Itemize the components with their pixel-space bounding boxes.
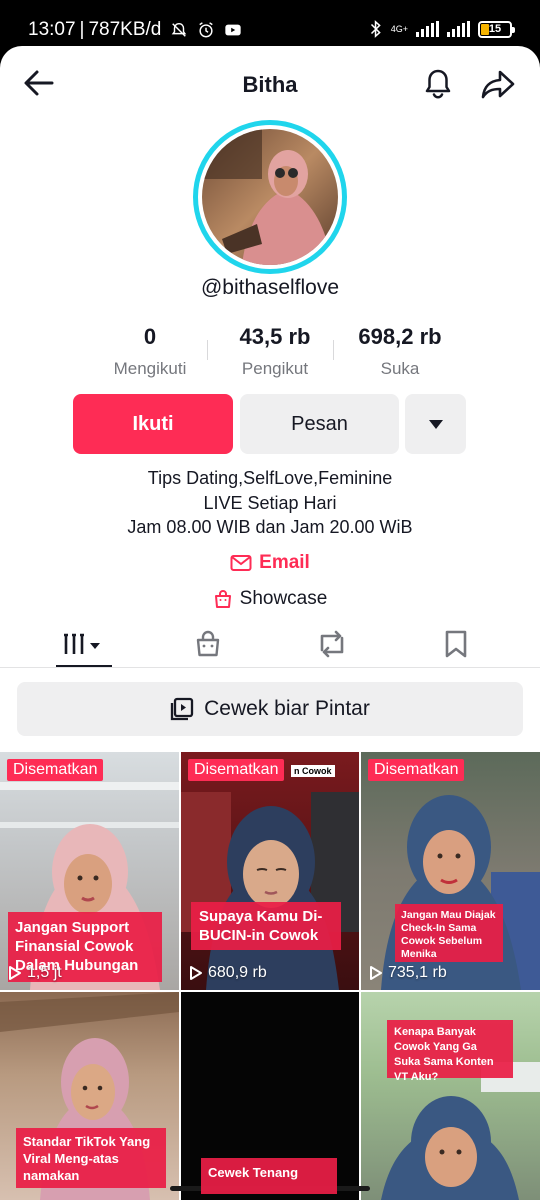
bluetooth-icon <box>370 20 381 38</box>
video-thumbnail[interactable]: Disematkan Jangan Support Finansial Cowo… <box>0 752 179 990</box>
bell-icon[interactable] <box>420 66 456 102</box>
play-icon <box>9 966 21 980</box>
playlist-button[interactable]: Cewek biar Pintar <box>17 682 523 736</box>
username: @bithaselflove <box>200 276 340 299</box>
video-caption: Jangan Mau Diajak Check-In Sama Cowok Se… <box>395 904 503 962</box>
caret-down-icon <box>428 420 443 429</box>
bookmark-icon <box>445 630 467 658</box>
bio-line: Tips Dating,SelfLove,Feminine <box>147 468 393 488</box>
active-tab-indicator <box>56 665 112 667</box>
view-count-value: 735,1 rb <box>388 964 447 981</box>
video-caption: Standar TikTok Yang Viral Meng-atas nama… <box>16 1128 166 1188</box>
view-count-value: 1,5 jt <box>27 964 62 981</box>
pinned-badge: Disematkan <box>188 759 285 781</box>
status-left: 13:07 | 787KB/d <box>28 19 242 41</box>
video-caption: Supaya Kamu Di-BUCIN-in Cowok <box>191 902 341 950</box>
stat-value: 43,5 rb <box>239 324 311 349</box>
bio-line: Jam 08.00 WIB dan Jam 20.00 WiB <box>127 517 413 537</box>
pinned-badge: Disematkan <box>7 759 104 781</box>
bio: Tips Dating,SelfLove,Feminine LIVE Setia… <box>0 466 540 540</box>
video-thumbnail[interactable]: Disematkan Jangan Mau Diajak Check-In Sa… <box>361 752 540 990</box>
network-speed: 787KB/d <box>88 19 162 40</box>
pinned-badge: Disematkan <box>368 759 465 781</box>
battery-icon: 15 <box>478 20 515 38</box>
network-type: 4G+ <box>390 23 408 34</box>
video-thumbnail[interactable]: Standar TikTok Yang Viral Meng-atas nama… <box>0 992 179 1200</box>
top-bar: Bitha <box>0 46 540 122</box>
playlist-label: Cewek biar Pintar <box>204 697 370 720</box>
tab-reposts[interactable] <box>304 620 360 668</box>
profile-stats: 0 Mengikuti 43,5 rb Pengikut 698,2 rb Su… <box>95 324 455 384</box>
share-arrow-icon[interactable] <box>480 68 516 100</box>
tab-videos[interactable] <box>56 620 112 668</box>
video-thumbnail[interactable]: Kenapa Banyak Cowok Yang Ga Suka Sama Ko… <box>361 992 540 1200</box>
mute-bell-icon <box>172 22 187 37</box>
status-right: 4G+ 15 <box>369 20 515 38</box>
action-buttons: Ikuti Pesan <box>73 394 466 454</box>
message-button[interactable]: Pesan <box>240 394 399 454</box>
battery-level: 15 <box>488 23 502 35</box>
stat-label: Suka <box>380 359 420 378</box>
signal-icon <box>416 21 439 37</box>
play-icon <box>190 966 202 980</box>
stat-divider <box>333 340 334 360</box>
profile-tabs <box>0 620 540 668</box>
page-title: Bitha <box>242 72 298 97</box>
follow-button[interactable]: Ikuti <box>73 394 233 454</box>
thumbnail-image <box>181 792 359 990</box>
videos-grid-icon <box>64 633 100 654</box>
avatar-image <box>202 129 338 265</box>
tab-shop[interactable] <box>180 620 236 668</box>
stat-following[interactable]: 0 Mengikuti <box>95 324 205 384</box>
video-thumbnail[interactable]: Cewek Tenang <box>181 992 359 1200</box>
signal-icon-2 <box>447 21 470 37</box>
stat-label: Mengikuti <box>113 359 187 378</box>
status-time: 13:07 <box>28 19 76 40</box>
suggested-accounts-button[interactable] <box>405 394 466 454</box>
stat-followers[interactable]: 43,5 rb Pengikut <box>220 324 330 384</box>
stat-value: 0 <box>143 324 157 349</box>
playlist-icon <box>170 697 194 721</box>
showcase-link[interactable]: Showcase <box>0 588 540 610</box>
video-grid: Disematkan Jangan Support Finansial Cowo… <box>0 752 540 1200</box>
video-caption: Kenapa Banyak Cowok Yang Ga Suka Sama Ko… <box>387 1020 513 1083</box>
view-count-value: 680,9 rb <box>208 964 267 981</box>
shop-bag-icon <box>214 590 231 608</box>
shop-bag-icon <box>196 630 220 657</box>
profile-page: Bitha @bithaselflove 0 Mengikuti 43,5 rb… <box>0 46 540 1200</box>
background-sign: n Cowok <box>291 765 335 777</box>
video-thumbnail[interactable]: n Cowok Disematkan Supaya Kamu Di-BUCIN-… <box>181 752 359 990</box>
stat-label: Pengikut <box>241 359 309 378</box>
bio-line: LIVE Setiap Hari <box>203 492 337 513</box>
showcase-label: Showcase <box>239 588 328 609</box>
video-caption: Cewek Tenang <box>201 1158 337 1194</box>
youtube-icon <box>225 24 242 36</box>
alarm-icon <box>199 22 214 38</box>
email-link[interactable]: Email <box>0 552 540 574</box>
play-icon <box>370 966 382 980</box>
stat-value: 698,2 rb <box>358 324 442 349</box>
stat-likes[interactable]: 698,2 rb Suka <box>345 324 455 384</box>
email-label: Email <box>259 552 310 573</box>
view-count: 680,9 rb <box>189 964 267 982</box>
stat-divider <box>207 340 208 360</box>
view-count: 735,1 rb <box>369 964 447 982</box>
avatar[interactable] <box>193 120 347 274</box>
repost-icon <box>320 630 344 658</box>
tab-favorites[interactable] <box>428 620 484 668</box>
view-count: 1,5 jt <box>8 964 62 982</box>
mail-icon <box>230 555 252 571</box>
